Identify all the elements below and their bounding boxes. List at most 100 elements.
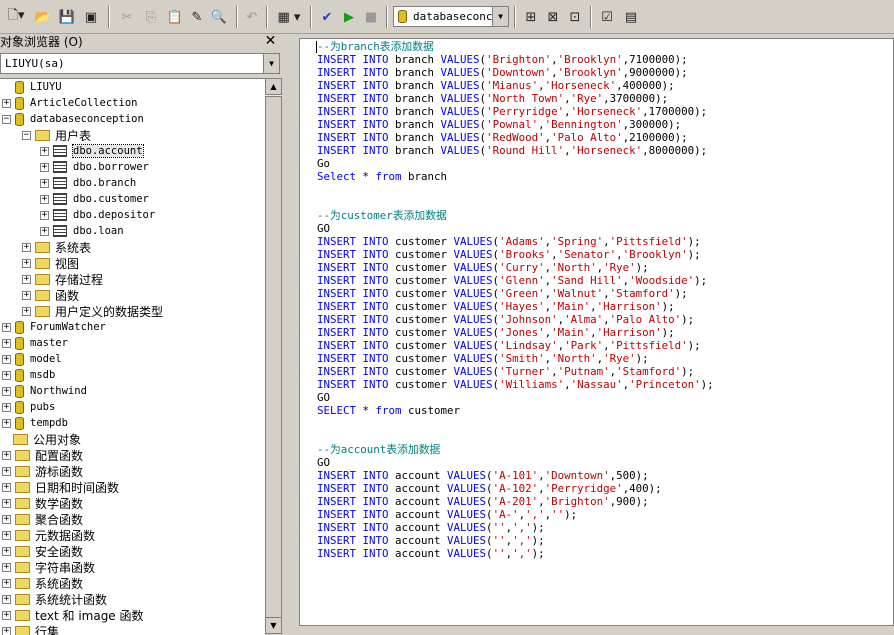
query-editor[interactable]: --为branch表添加数据INSERT INTO branch VALUES(…: [299, 38, 894, 626]
tree-folder[interactable]: +聚合函数: [2, 511, 83, 527]
expand-icon[interactable]: +: [2, 467, 11, 476]
execute-play-icon[interactable]: ▶: [338, 6, 360, 28]
tree-table[interactable]: +dbo.account: [40, 143, 143, 159]
tree-database[interactable]: +master: [2, 335, 68, 351]
chevron-down-icon[interactable]: ▼: [492, 7, 508, 26]
tree-root-server[interactable]: LIUYU: [2, 79, 62, 95]
expand-icon[interactable]: +: [2, 611, 11, 620]
database-select[interactable]: databaseconce ▼: [393, 6, 509, 27]
close-icon[interactable]: ✕: [263, 34, 278, 49]
load-script-icon[interactable]: ▣: [80, 6, 102, 28]
paste-icon[interactable]: 📋: [164, 6, 186, 28]
expand-icon[interactable]: +: [40, 195, 49, 204]
expand-icon[interactable]: +: [40, 179, 49, 188]
tree-folder-user-tables[interactable]: −用户表: [22, 127, 91, 143]
tree-database[interactable]: +tempdb: [2, 415, 68, 431]
new-query-icon[interactable]: 🗋▾: [4, 6, 28, 28]
expand-icon[interactable]: +: [40, 163, 49, 172]
tree-folder[interactable]: +系统统计函数: [2, 591, 107, 607]
expand-icon[interactable]: +: [40, 211, 49, 220]
index-tuning-icon[interactable]: ⊠: [542, 6, 564, 28]
tree-scrollbar[interactable]: ▲ ▼: [265, 78, 282, 634]
expand-icon[interactable]: +: [2, 515, 11, 524]
tree-table[interactable]: +dbo.branch: [40, 175, 136, 191]
expand-icon[interactable]: +: [2, 531, 11, 540]
expand-icon[interactable]: +: [2, 387, 11, 396]
tree-folder[interactable]: +数学函数: [2, 495, 83, 511]
cut-icon[interactable]: ✂: [116, 6, 138, 28]
tree-folder[interactable]: +函数: [22, 287, 79, 303]
chevron-down-icon[interactable]: ▼: [263, 54, 279, 73]
results-grid-icon[interactable]: ▦ ▾: [272, 6, 306, 28]
tree-table[interactable]: +dbo.loan: [40, 223, 124, 239]
stop-icon[interactable]: ■: [360, 6, 382, 28]
show-results-icon[interactable]: ⊡: [564, 6, 586, 28]
tree-table[interactable]: +dbo.borrower: [40, 159, 149, 175]
scroll-down-icon[interactable]: ▼: [265, 617, 282, 634]
tree-folder[interactable]: +用户定义的数据类型: [22, 303, 163, 319]
scrollbar-thumb[interactable]: [265, 96, 282, 626]
scroll-up-icon[interactable]: ▲: [265, 78, 282, 95]
expand-icon[interactable]: +: [22, 275, 31, 284]
expand-icon[interactable]: +: [22, 291, 31, 300]
tree-folder[interactable]: +元数据函数: [2, 527, 95, 543]
tree-folder[interactable]: +系统表: [22, 239, 91, 255]
expand-icon[interactable]: +: [40, 227, 49, 236]
tree-database[interactable]: +Northwind: [2, 383, 87, 399]
find-icon[interactable]: 🔍: [208, 6, 230, 28]
code-line: INSERT INTO account VALUES('A-101','Down…: [317, 469, 714, 482]
tree-folder[interactable]: +视图: [22, 255, 79, 271]
connection-select[interactable]: LIUYU(sa) ▼: [0, 53, 280, 74]
expand-icon[interactable]: +: [2, 451, 11, 460]
tree-folder[interactable]: +配置函数: [2, 447, 83, 463]
expand-icon[interactable]: +: [22, 259, 31, 268]
expand-icon[interactable]: +: [2, 403, 11, 412]
tree-database[interactable]: +msdb: [2, 367, 55, 383]
expand-icon[interactable]: +: [2, 595, 11, 604]
expand-icon[interactable]: +: [22, 243, 31, 252]
expand-icon[interactable]: +: [2, 371, 11, 380]
tree-table[interactable]: +dbo.customer: [40, 191, 149, 207]
tree-folder[interactable]: +系统函数: [2, 575, 83, 591]
tree-folder-common-objects[interactable]: 公用对象: [0, 431, 81, 447]
tree-folder[interactable]: +安全函数: [2, 543, 83, 559]
expand-icon[interactable]: +: [2, 563, 11, 572]
clear-window-icon[interactable]: ✎: [186, 6, 208, 28]
tree-database[interactable]: +ArticleCollection: [2, 95, 137, 111]
expand-icon[interactable]: +: [2, 483, 11, 492]
open-folder-icon[interactable]: 📂: [32, 6, 54, 28]
undo-icon[interactable]: ↶: [242, 6, 262, 28]
collapse-icon[interactable]: −: [22, 131, 31, 140]
tree-folder[interactable]: +游标函数: [2, 463, 83, 479]
sql-code[interactable]: --为branch表添加数据INSERT INTO branch VALUES(…: [317, 40, 714, 560]
properties-icon[interactable]: ☑: [596, 6, 618, 28]
tree-table[interactable]: +dbo.depositor: [40, 207, 155, 223]
object-browser-icon[interactable]: ▤: [620, 6, 642, 28]
tree-folder[interactable]: +存储过程: [22, 271, 103, 287]
tree-folder[interactable]: +字符串函数: [2, 559, 95, 575]
copy-icon[interactable]: ⎘: [140, 6, 162, 28]
tree-folder[interactable]: +日期和时间函数: [2, 479, 119, 495]
tree-folder[interactable]: +text 和 image 函数: [2, 607, 144, 623]
expand-icon[interactable]: +: [2, 339, 11, 348]
expand-icon[interactable]: +: [2, 323, 11, 332]
save-icon[interactable]: 💾: [56, 6, 78, 28]
expand-icon[interactable]: +: [2, 419, 11, 428]
collapse-icon[interactable]: −: [2, 115, 11, 124]
expand-icon[interactable]: +: [2, 499, 11, 508]
tree-folder[interactable]: +行集: [2, 623, 59, 635]
editor-horizontal-scrollbar[interactable]: [299, 626, 894, 634]
tree-database[interactable]: −databaseconception: [2, 111, 144, 127]
expand-icon[interactable]: +: [2, 547, 11, 556]
expand-icon[interactable]: +: [22, 307, 31, 316]
expand-icon[interactable]: +: [2, 579, 11, 588]
tree-database[interactable]: +ForumWatcher: [2, 319, 106, 335]
expand-icon[interactable]: +: [2, 99, 11, 108]
tree-database[interactable]: +pubs: [2, 399, 55, 415]
tree-database[interactable]: +model: [2, 351, 62, 367]
parse-check-icon[interactable]: ✔: [316, 6, 338, 28]
expand-icon[interactable]: +: [40, 147, 49, 156]
object-tree[interactable]: LIUYU+ArticleCollection−databaseconcepti…: [0, 78, 265, 635]
expand-icon[interactable]: +: [2, 355, 11, 364]
display-plan-icon[interactable]: ⊞: [520, 6, 542, 28]
